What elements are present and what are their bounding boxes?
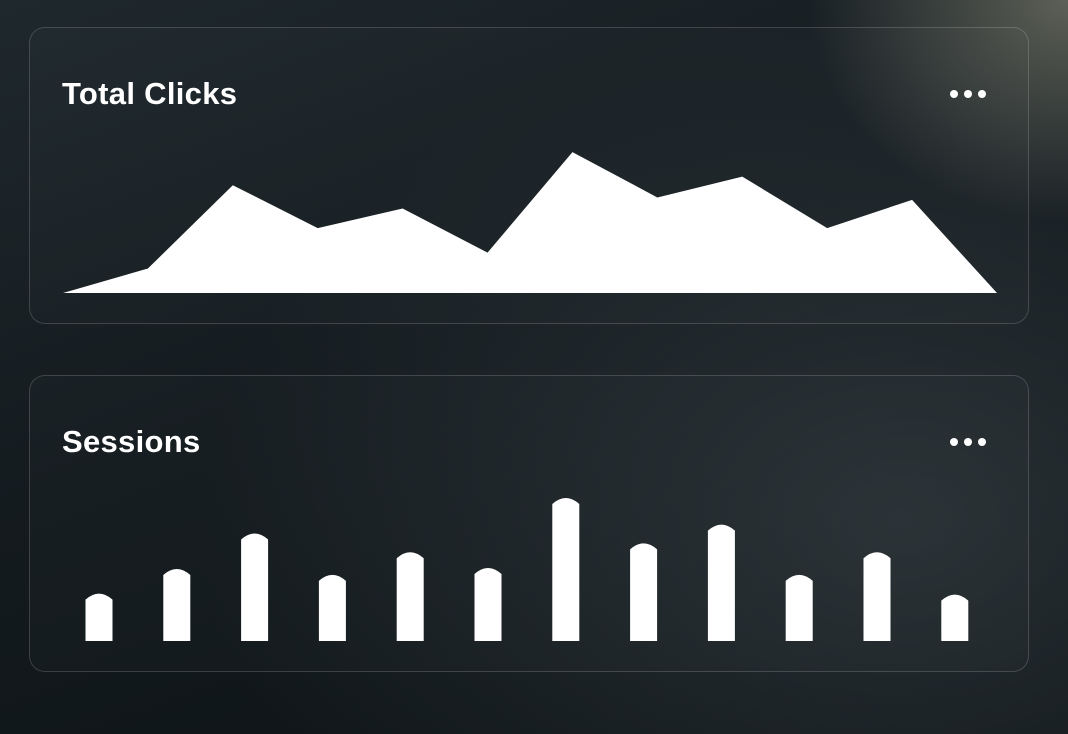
sessions-bar <box>707 524 735 641</box>
clicks-area-series <box>63 152 997 293</box>
sessions-bar <box>163 568 191 641</box>
sessions-bar <box>630 543 658 641</box>
sessions-bar <box>241 533 269 641</box>
total-clicks-card: Total Clicks <box>29 27 1029 324</box>
sessions-bar <box>863 552 891 641</box>
sessions-card: Sessions <box>29 375 1029 672</box>
sessions-bar <box>396 552 424 641</box>
sessions-bar <box>85 593 113 641</box>
sessions-bar <box>941 594 969 641</box>
sessions-bar <box>474 568 502 641</box>
sessions-bar <box>785 574 813 641</box>
total-clicks-area-chart <box>63 152 997 293</box>
sessions-bar <box>552 497 580 641</box>
sessions-bar <box>318 574 346 641</box>
sessions-bar-chart <box>85 497 969 641</box>
